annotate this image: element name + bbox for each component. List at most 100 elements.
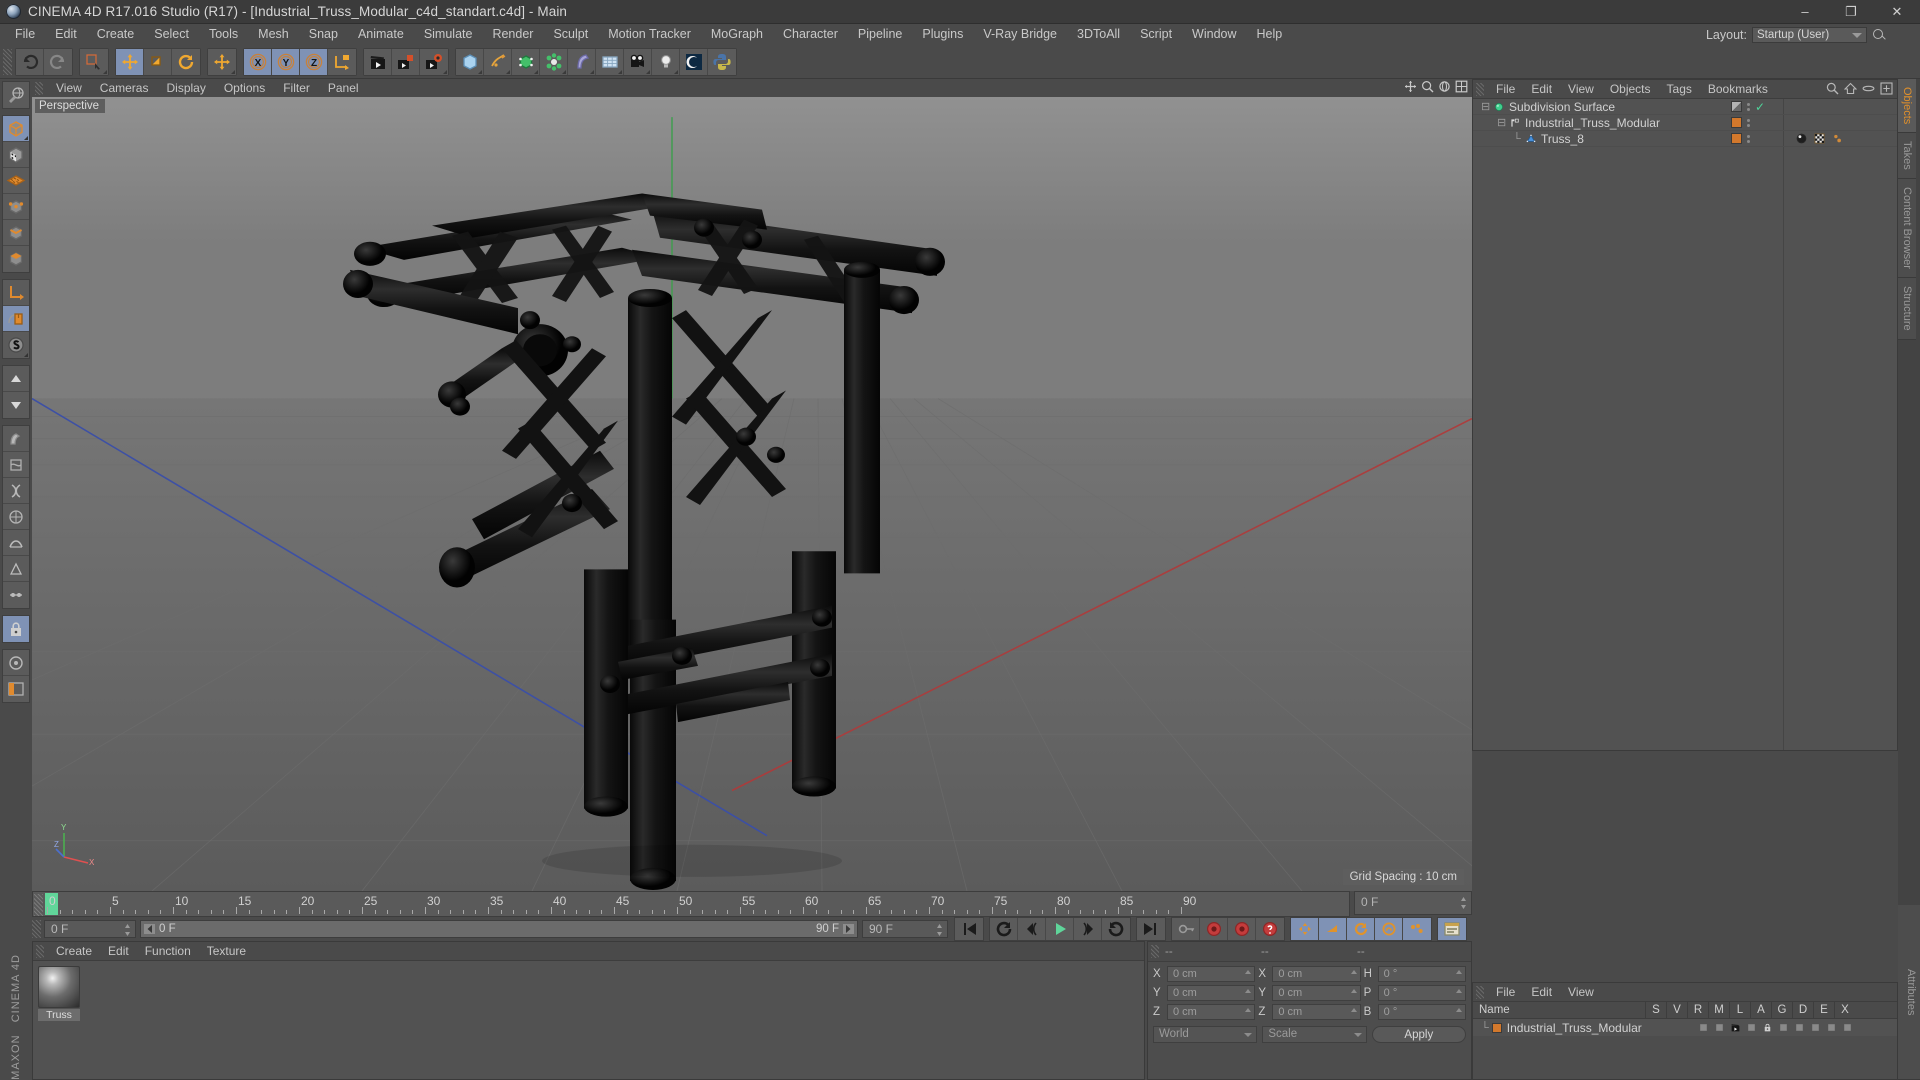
menu-item-v-ray-bridge[interactable]: V-Ray Bridge: [973, 24, 1067, 45]
circle-tool-button[interactable]: [3, 650, 29, 676]
primitive-cube-button[interactable]: [456, 48, 484, 75]
timeline-view-button[interactable]: [1438, 918, 1466, 940]
viewport-grip[interactable]: [35, 81, 43, 95]
deformer-e-button[interactable]: [3, 530, 29, 556]
rotate-icon[interactable]: [1438, 80, 1451, 93]
spinner-icon[interactable]: [1455, 1008, 1462, 1012]
live-selection-button[interactable]: [80, 48, 108, 75]
attr-menu-edit[interactable]: Edit: [1523, 985, 1560, 999]
x-axis-lock-button[interactable]: X: [244, 48, 272, 75]
expand-icon[interactable]: [1880, 82, 1893, 95]
viewport-menu-view[interactable]: View: [47, 81, 91, 95]
editor-visibility-dot[interactable]: [1747, 118, 1750, 122]
visibility-dots[interactable]: [1747, 118, 1750, 127]
play-button[interactable]: [1046, 918, 1074, 940]
object-color-swatch[interactable]: [1731, 117, 1742, 128]
editor-visibility-dot[interactable]: [1747, 134, 1750, 138]
edge-mode-button[interactable]: [3, 220, 29, 246]
coord-input-rotation-p[interactable]: 0 °: [1377, 985, 1466, 1001]
position-key-button[interactable]: [1291, 918, 1319, 940]
deformer-g-button[interactable]: [3, 582, 29, 608]
coord-input-rotation-b[interactable]: 0 °: [1377, 1004, 1466, 1020]
spinner-icon[interactable]: [1245, 970, 1252, 974]
coordinate-system-dropdown[interactable]: World: [1153, 1026, 1258, 1043]
viewport-menu-filter[interactable]: Filter: [274, 81, 319, 95]
viewport-menu-options[interactable]: Options: [215, 81, 274, 95]
layout-dropdown[interactable]: Startup (User): [1752, 26, 1867, 43]
attribute-row[interactable]: └ Industrial_Truss_Modular: [1473, 1019, 1897, 1036]
step-forward-button[interactable]: [1074, 918, 1102, 940]
rotate-tool-button[interactable]: [172, 48, 200, 75]
lock-button[interactable]: [3, 616, 29, 642]
editor-visibility-dot[interactable]: [1747, 102, 1750, 106]
playback-grip[interactable]: [32, 920, 41, 938]
scrub-left-handle-icon[interactable]: [144, 923, 156, 935]
spinner-icon[interactable]: [936, 923, 943, 937]
deformer-d-button[interactable]: [3, 504, 29, 530]
attr-menu-file[interactable]: File: [1488, 985, 1523, 999]
spline-pen-button[interactable]: [484, 48, 512, 75]
object-manager-grip[interactable]: [1476, 82, 1484, 96]
scale-tool-button[interactable]: [144, 48, 172, 75]
start-frame-field[interactable]: 0 F: [44, 920, 136, 938]
bend-deformer-button[interactable]: [568, 48, 596, 75]
go-to-end-button[interactable]: [1137, 918, 1165, 940]
viewport-menu-display[interactable]: Display: [157, 81, 214, 95]
enabled-check-icon[interactable]: ✓: [1755, 101, 1765, 113]
render-to-picture-viewer-button[interactable]: [392, 48, 420, 75]
object-menu-objects[interactable]: Objects: [1602, 82, 1659, 96]
spinner-icon[interactable]: [1455, 970, 1462, 974]
viewport-solo-button[interactable]: [3, 366, 29, 392]
keyframe-help-button[interactable]: [1256, 918, 1284, 940]
frame-scrub-bar[interactable]: 0 F 90 F: [140, 920, 858, 938]
z-axis-lock-button[interactable]: Z: [300, 48, 328, 75]
menu-item-create[interactable]: Create: [87, 24, 145, 45]
menu-item-3dtoall[interactable]: 3DToAll: [1067, 24, 1130, 45]
model-mode-button[interactable]: [3, 116, 29, 142]
scale-key-button[interactable]: [1319, 918, 1347, 940]
minimize-button[interactable]: –: [1782, 0, 1828, 23]
menu-item-mograph[interactable]: MoGraph: [701, 24, 773, 45]
object-color-swatch[interactable]: [1731, 133, 1742, 144]
render-view-button[interactable]: [364, 48, 392, 75]
step-back-button[interactable]: [1018, 918, 1046, 940]
coord-input-rotation-h[interactable]: 0 °: [1377, 966, 1466, 982]
move-down-button[interactable]: [3, 392, 29, 418]
material-preview-sphere[interactable]: [38, 966, 80, 1008]
menu-item-edit[interactable]: Edit: [45, 24, 87, 45]
point-level-anim-button[interactable]: [1403, 918, 1431, 940]
coordinate-grip[interactable]: [1151, 945, 1159, 958]
autokeying-button[interactable]: [1228, 918, 1256, 940]
menu-item-render[interactable]: Render: [482, 24, 543, 45]
deformer-f-button[interactable]: [3, 556, 29, 582]
menu-item-character[interactable]: Character: [773, 24, 848, 45]
object-row[interactable]: ⊟ Subdivision Surface ✓: [1473, 99, 1897, 115]
object-tree[interactable]: ⊟ Subdivision Surface ✓ ⊟ Industrial_Truss_M…: [1473, 99, 1897, 750]
content-browser-button[interactable]: [680, 48, 708, 75]
material-list[interactable]: Truss: [33, 961, 1144, 1079]
object-menu-file[interactable]: File: [1488, 82, 1523, 96]
render-settings-button[interactable]: [420, 48, 448, 75]
visibility-dots[interactable]: [1747, 134, 1750, 143]
ellipse-icon[interactable]: [1862, 82, 1875, 95]
deformer-b-button[interactable]: [3, 452, 29, 478]
toolbar-grip[interactable]: [3, 48, 12, 75]
viewport-menu-cameras[interactable]: Cameras: [91, 81, 158, 95]
enable-snap-button[interactable]: [3, 306, 29, 332]
coord-input-position-z[interactable]: 0 cm: [1167, 1004, 1256, 1020]
material-item[interactable]: Truss: [38, 966, 80, 1021]
deformer-c-button[interactable]: [3, 478, 29, 504]
object-menu-edit[interactable]: Edit: [1523, 82, 1560, 96]
menu-item-file[interactable]: File: [5, 24, 45, 45]
material-grip[interactable]: [36, 944, 44, 958]
spinner-icon[interactable]: [1455, 989, 1462, 993]
apply-button[interactable]: Apply: [1371, 1026, 1466, 1043]
python-script-button[interactable]: [708, 48, 736, 75]
coord-input-size-z[interactable]: 0 cm: [1272, 1004, 1361, 1020]
coord-input-position-x[interactable]: 0 cm: [1167, 966, 1256, 982]
make-editable-button[interactable]: [3, 82, 29, 108]
timeline-ruler[interactable]: 0 5 10 15 20 25 30 35 40 45 50 55 60 65 70 75 80 85 90: [32, 891, 1350, 917]
scrub-right-handle-icon[interactable]: [842, 923, 854, 935]
pan-icon[interactable]: [1404, 80, 1417, 93]
array-modeling-button[interactable]: [540, 48, 568, 75]
